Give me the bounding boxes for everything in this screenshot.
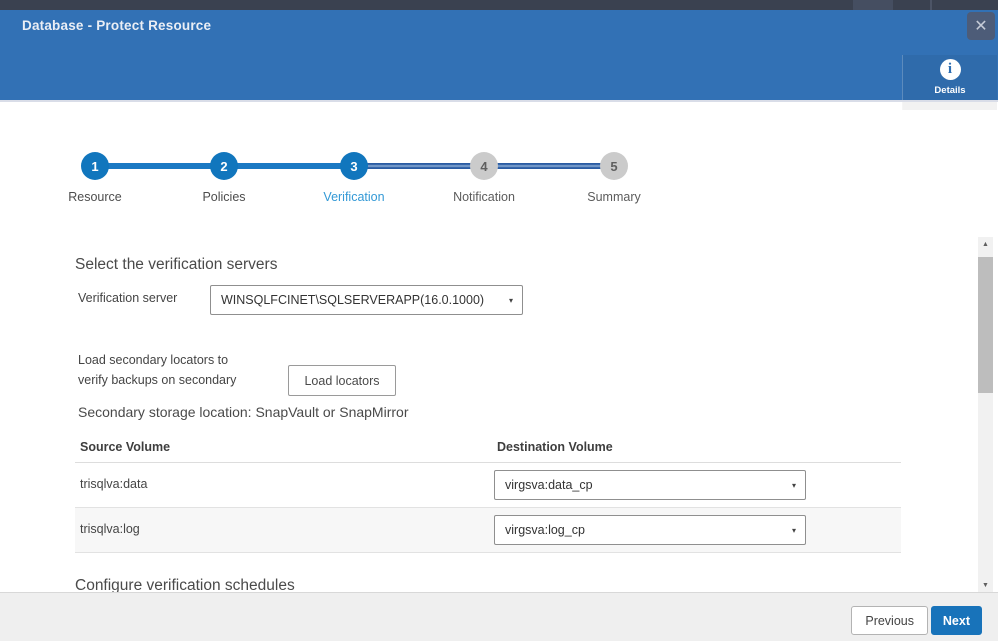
- destination-volume-value: virgsva:log_cp: [495, 523, 792, 537]
- section-title-verification-schedules: Configure verification schedules: [75, 577, 295, 592]
- destination-volume-value: virgsva:data_cp: [495, 478, 792, 492]
- verification-server-value: WINSQLFCINET\SQLSERVERAPP(16.0.1000): [211, 293, 509, 307]
- header-divider: [0, 100, 998, 102]
- info-icon: i: [940, 59, 961, 80]
- verification-server-label: Verification server: [78, 291, 177, 305]
- destination-volume-select[interactable]: virgsva:log_cp ▾: [494, 515, 806, 545]
- close-icon[interactable]: ✕: [967, 12, 995, 40]
- dialog-titlebar: Database - Protect Resource i Details: [0, 10, 998, 100]
- dialog-title: Database - Protect Resource: [22, 18, 211, 33]
- volume-mapping-table: Source Volume Destination Volume trisqlv…: [75, 436, 901, 553]
- top-strip-segment: [853, 0, 893, 10]
- load-locators-line2: verify backups on secondary: [78, 370, 236, 390]
- step-label-summary: Summary: [549, 190, 679, 204]
- verification-server-select[interactable]: WINSQLFCINET\SQLSERVERAPP(16.0.1000) ▾: [210, 285, 523, 315]
- top-strip-divider: [930, 0, 932, 10]
- scrollbar-thumb[interactable]: [978, 257, 993, 393]
- scrollbar-up-icon[interactable]: ▲: [978, 237, 993, 251]
- step-label-notification: Notification: [419, 190, 549, 204]
- step-label-policies: Policies: [159, 190, 289, 204]
- table-row: trisqlva:log virgsva:log_cp ▾: [75, 508, 901, 553]
- destination-volume-select[interactable]: virgsva:data_cp ▾: [494, 470, 806, 500]
- secondary-storage-title: Secondary storage location: SnapVault or…: [78, 404, 408, 420]
- previous-button[interactable]: Previous: [851, 606, 928, 635]
- source-volume-value: trisqlva:log: [80, 522, 140, 536]
- dialog-footer: Previous Next: [0, 592, 998, 641]
- step-connector-3-4: [354, 163, 484, 169]
- section-title-verification-servers: Select the verification servers: [75, 256, 277, 274]
- column-header-source-volume: Source Volume: [80, 440, 170, 454]
- step-circle-summary[interactable]: 5: [600, 152, 628, 180]
- step-label-verification: Verification: [289, 190, 419, 204]
- step-circle-resource[interactable]: 1: [81, 152, 109, 180]
- chevron-down-icon: ▾: [792, 526, 805, 535]
- step-circle-policies[interactable]: 2: [210, 152, 238, 180]
- source-volume-value: trisqlva:data: [80, 477, 147, 491]
- step-label-resource: Resource: [30, 190, 160, 204]
- column-header-destination-volume: Destination Volume: [497, 440, 613, 454]
- details-label: Details: [934, 85, 965, 96]
- load-locators-description: Load secondary locators to verify backup…: [78, 350, 236, 390]
- verification-panel: Select the verification servers Verifica…: [0, 232, 978, 592]
- step-connector-1-2: [95, 163, 224, 169]
- chevron-down-icon: ▾: [509, 296, 522, 305]
- load-locators-button[interactable]: Load locators: [288, 365, 396, 396]
- protect-resource-dialog: Database - Protect Resource i Details ✕ …: [0, 0, 998, 641]
- step-connector-2-3: [224, 163, 354, 169]
- step-connector-4-5: [484, 163, 614, 169]
- load-locators-line1: Load secondary locators to: [78, 350, 236, 370]
- os-top-strip: [0, 0, 998, 10]
- table-row: trisqlva:data virgsva:data_cp ▾: [75, 463, 901, 508]
- step-circle-notification[interactable]: 4: [470, 152, 498, 180]
- vertical-scrollbar[interactable]: ▲ ▼: [978, 237, 993, 592]
- next-button[interactable]: Next: [931, 606, 982, 635]
- step-circle-verification[interactable]: 3: [340, 152, 368, 180]
- scrollbar-down-icon[interactable]: ▼: [978, 578, 993, 592]
- table-header: Source Volume Destination Volume: [75, 436, 901, 463]
- chevron-down-icon: ▾: [792, 481, 805, 490]
